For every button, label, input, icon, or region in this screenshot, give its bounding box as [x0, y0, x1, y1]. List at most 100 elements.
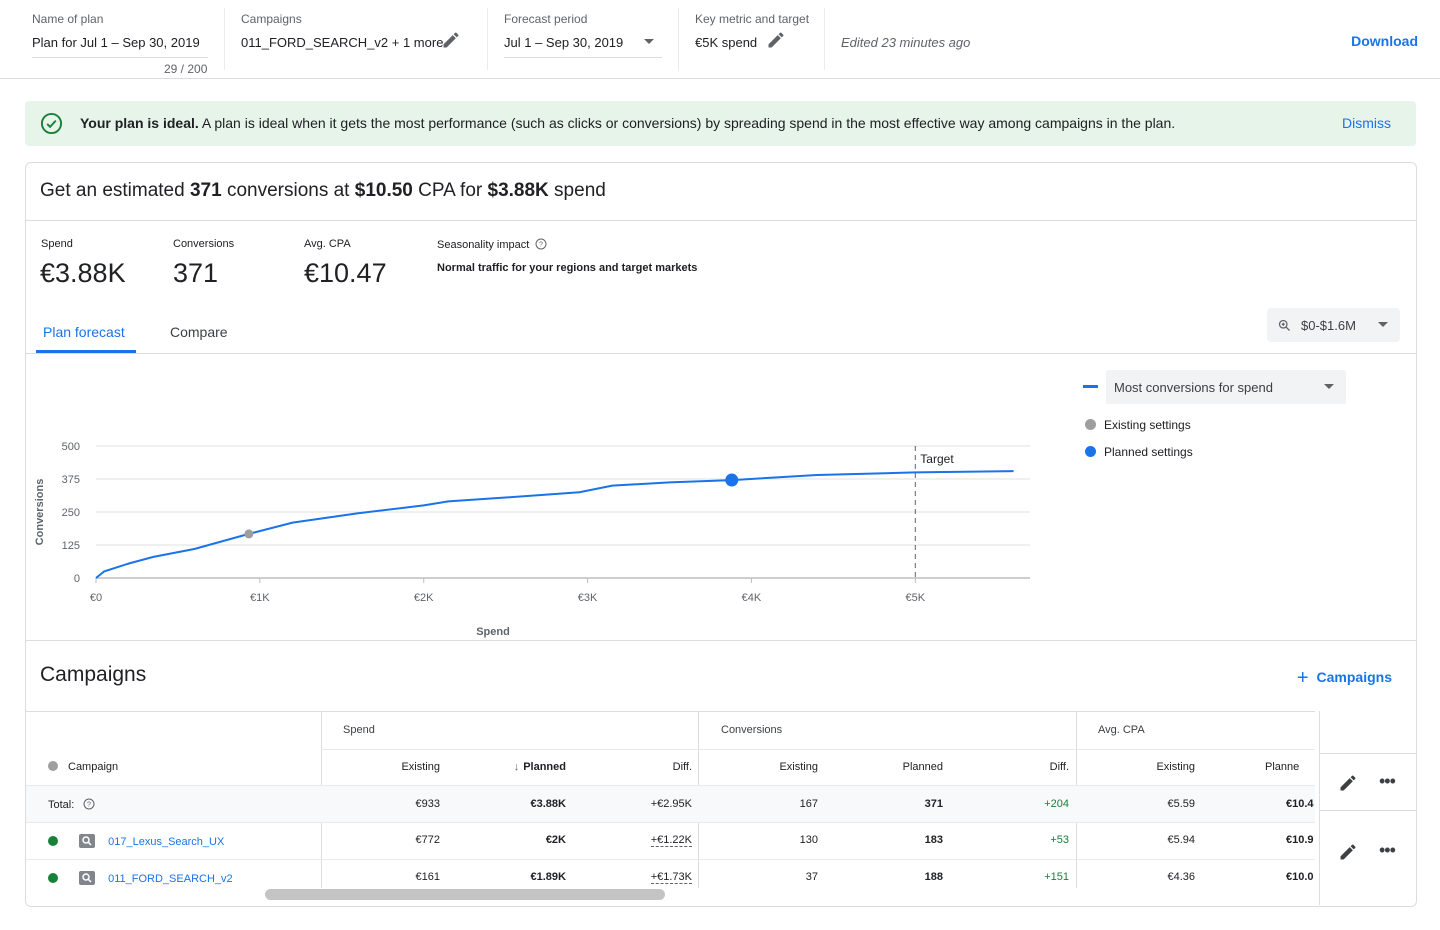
seasonality-label-text: Seasonality impact — [437, 239, 530, 251]
group-conversions: Conversions — [721, 724, 783, 736]
status-dot — [48, 761, 58, 771]
summary-text: conversions at — [221, 180, 355, 201]
seasonality-label: Seasonality impact ? — [437, 238, 547, 251]
column-conv-planned[interactable]: Planned — [843, 761, 943, 773]
column-spend-diff[interactable]: Diff. — [592, 761, 692, 773]
download-button[interactable]: Download — [1351, 33, 1418, 49]
legend-dot-planned — [1085, 446, 1096, 457]
column-cpa-planned[interactable]: Planne — [1265, 761, 1299, 773]
campaigns-label: Campaigns — [241, 12, 302, 26]
tab-plan-forecast[interactable]: Plan forecast — [43, 324, 125, 340]
divider — [824, 8, 825, 70]
divider — [26, 859, 1315, 860]
x-tick-label: €0 — [90, 592, 102, 604]
total-cpa-existing: €5.59 — [1167, 798, 1195, 810]
cell-conv-planned: 188 — [924, 871, 943, 883]
strategy-value: Most conversions for spend — [1114, 380, 1273, 395]
edit-metric-pencil-icon[interactable] — [766, 30, 786, 50]
column-campaign[interactable]: Campaign — [48, 761, 118, 773]
y-tick-label: 250 — [62, 507, 80, 519]
y-tick-label: 500 — [62, 441, 80, 453]
cell-spend-diff-value[interactable]: +€1.22K — [650, 834, 692, 847]
edit-pencil-icon[interactable] — [1338, 773, 1358, 793]
key-metric-value: €5K spend — [695, 35, 758, 50]
cell-spend-diff: +€1.22K — [592, 834, 692, 847]
divider — [678, 8, 679, 70]
help-icon[interactable]: ? — [83, 798, 95, 810]
cell-cpa-existing: €4.36 — [1167, 871, 1195, 883]
zoom-range-select[interactable]: $0-$1.6M — [1267, 308, 1400, 342]
summary-spend: $3.88K — [487, 180, 549, 201]
total-spend-planned: €3.88K — [530, 798, 566, 810]
add-campaigns-button[interactable]: + Campaigns — [1297, 667, 1392, 690]
table-row: 011_FORD_SEARCH_v2 — [48, 871, 233, 885]
column-conv-diff[interactable]: Diff. — [969, 761, 1069, 773]
more-options-icon[interactable]: ••• — [1379, 771, 1396, 792]
x-tick-label: €5K — [906, 592, 926, 604]
plan-name-label: Name of plan — [32, 12, 104, 26]
forecast-period-select[interactable]: Jul 1 – Sep 30, 2019 — [504, 35, 623, 50]
legend-planned-label: Planned settings — [1104, 445, 1193, 459]
svg-text:?: ? — [87, 802, 91, 809]
column-spend-planned[interactable]: ↓ Planned — [466, 761, 566, 773]
campaign-link[interactable]: 011_FORD_SEARCH_v2 — [108, 873, 233, 885]
y-tick-label: 125 — [62, 540, 80, 552]
divider — [26, 822, 1315, 823]
total-conv-diff: +204 — [1044, 798, 1069, 810]
cell-conv-existing: 37 — [805, 871, 818, 883]
edit-pencil-icon[interactable] — [1338, 842, 1358, 862]
cell-spend-existing: €772 — [415, 834, 440, 846]
x-tick-label: €3K — [578, 592, 598, 604]
cpa-stat-value: €10.47 — [304, 258, 387, 288]
summary-text: CPA for — [412, 180, 488, 201]
forecast-period-label: Forecast period — [504, 12, 588, 26]
divider — [1320, 753, 1417, 754]
more-options-icon[interactable]: ••• — [1379, 840, 1396, 861]
spend-stat-value: €3.88K — [40, 258, 126, 288]
dropdown-arrow-icon[interactable] — [643, 38, 655, 46]
zoom-range-value: $0-$1.6M — [1301, 318, 1356, 333]
target-label: Target — [920, 452, 954, 466]
status-dot-enabled — [48, 873, 58, 883]
edit-campaigns-pencil-icon[interactable] — [441, 30, 461, 50]
conversions-stat-value: 371 — [173, 258, 219, 288]
cell-cpa-existing: €5.94 — [1167, 834, 1195, 846]
total-cpa-planned: €10.4 — [1286, 798, 1314, 810]
plan-name-input[interactable]: Plan for Jul 1 – Sep 30, 2019 — [32, 35, 200, 50]
column-cpa-existing[interactable]: Existing — [1095, 761, 1195, 773]
key-metric-label: Key metric and target — [695, 12, 810, 26]
column-conv-existing[interactable]: Existing — [718, 761, 818, 773]
cell-conv-planned: 183 — [924, 834, 943, 846]
y-axis-label: Conversions — [34, 479, 46, 546]
plan-name-counter: 29 / 200 — [164, 62, 208, 76]
column-spend-existing[interactable]: Existing — [340, 761, 440, 773]
seasonality-text: Normal traffic for your regions and targ… — [437, 262, 698, 274]
planned-settings-point — [725, 473, 739, 487]
plan-name-underline — [32, 57, 208, 58]
total-spend-existing: €933 — [415, 798, 440, 810]
x-tick-label: €4K — [742, 592, 762, 604]
legend-dot-existing — [1085, 419, 1096, 430]
total-spend-diff: +€2.95K — [650, 798, 692, 810]
plus-icon: + — [1296, 667, 1309, 689]
series-line-swatch — [1083, 385, 1098, 388]
cell-conv-diff: +53 — [1050, 834, 1069, 846]
y-tick-label: 0 — [74, 573, 80, 585]
legend-planned: Planned settings — [1085, 445, 1193, 459]
y-tick-label: 375 — [62, 474, 80, 486]
search-campaign-icon — [79, 834, 96, 848]
series-line — [95, 470, 1014, 579]
add-campaigns-label: Campaigns — [1316, 669, 1392, 685]
help-icon[interactable]: ? — [535, 238, 547, 250]
zoom-icon — [1278, 319, 1290, 331]
tab-compare[interactable]: Compare — [170, 324, 228, 340]
strategy-select[interactable]: Most conversions for spend — [1106, 370, 1346, 404]
dismiss-button[interactable]: Dismiss — [1342, 115, 1391, 131]
ideal-plan-banner: Your plan is ideal. A plan is ideal when… — [25, 101, 1416, 146]
dropdown-arrow-icon — [1378, 322, 1388, 327]
horizontal-scrollbar[interactable] — [265, 889, 665, 900]
campaign-link[interactable]: 017_Lexus_Search_UX — [108, 836, 224, 848]
cell-conv-diff: +151 — [1044, 871, 1069, 883]
cell-spend-planned: €1.89K — [530, 871, 566, 883]
cell-spend-diff-value[interactable]: +€1.73K — [650, 871, 692, 884]
